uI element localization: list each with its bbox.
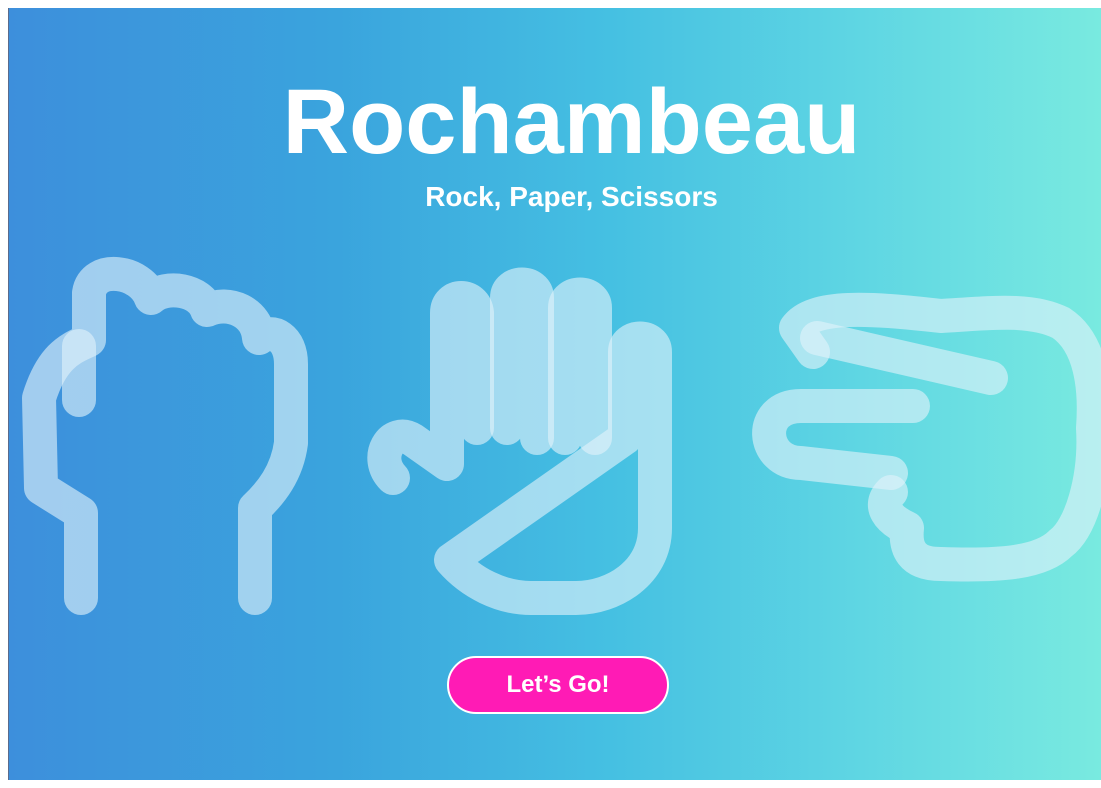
lets-go-button[interactable]: Let’s Go!	[447, 656, 669, 714]
game-screen: Rochambeau Rock, Paper, Scissors Let’s G…	[8, 8, 1101, 780]
rock-fist-icon	[22, 257, 308, 615]
page-title: Rochambeau	[282, 71, 861, 173]
scissors-hand-icon	[752, 292, 1101, 582]
page-subtitle: Rock, Paper, Scissors	[425, 181, 718, 212]
paper-open-hand-icon	[367, 267, 672, 615]
